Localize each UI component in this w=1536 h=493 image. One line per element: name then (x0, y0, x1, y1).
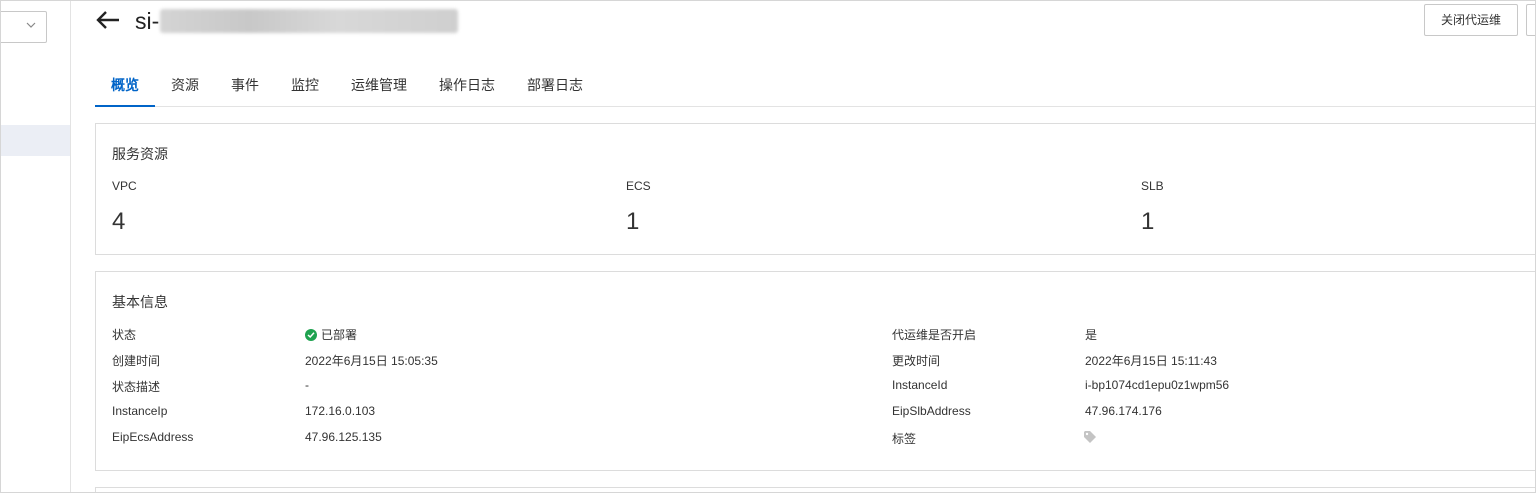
metric-label-ecs: ECS (626, 179, 651, 193)
info-value-eip-slb: 47.96.174.176 (1085, 404, 1162, 418)
metric-value-slb[interactable]: 1 (1141, 208, 1154, 236)
app-window: si- 关闭代运维 概览 资源 事件 监控 运维管理 操作日志 部署日志 服务资… (0, 0, 1536, 493)
card-title: 基本信息 (112, 294, 168, 310)
info-label-created-time: 创建时间 (112, 354, 161, 368)
arrow-left-icon[interactable] (95, 9, 121, 31)
info-label-tags: 标签 (892, 432, 917, 446)
tab-ops-management[interactable]: 运维管理 (349, 63, 409, 106)
info-label-managed-ops: 代运维是否开启 (892, 328, 977, 342)
basic-info-card: 基本信息 状态 已部署 创建时间 2022年6月15日 15:05:35 状态描… (95, 271, 1535, 471)
metric-value-ecs[interactable]: 1 (626, 208, 639, 236)
info-value-created-time: 2022年6月15日 15:05:35 (305, 354, 438, 368)
blurred-instance-name (160, 9, 459, 33)
info-value-instance-ip: 172.16.0.103 (305, 404, 376, 418)
info-value-instance-id: i-bp1074cd1epu0z1wpm56 (1085, 378, 1230, 392)
info-label-modified-time: 更改时间 (892, 354, 941, 368)
chevron-down-icon (26, 22, 36, 28)
tag-icon[interactable] (1083, 430, 1097, 444)
check-circle-icon (305, 329, 317, 341)
info-value-managed-ops: 是 (1085, 328, 1098, 342)
metric-label-slb: SLB (1141, 179, 1164, 193)
tab-bar: 概览 资源 事件 监控 运维管理 操作日志 部署日志 (95, 63, 1535, 107)
sidebar-dropdown[interactable] (1, 11, 47, 43)
next-section-card (95, 487, 1535, 492)
tab-monitoring[interactable]: 监控 (289, 63, 321, 106)
title-prefix: si- (135, 8, 160, 34)
tab-events[interactable]: 事件 (229, 63, 261, 106)
info-label-instance-ip: InstanceIp (112, 404, 168, 418)
page-title: si- (135, 6, 459, 36)
sidebar-item-active[interactable] (1, 125, 70, 156)
tab-overview[interactable]: 概览 (95, 63, 155, 107)
sidebar (1, 1, 71, 492)
card-title: 服务资源 (112, 146, 168, 162)
info-label-eip-ecs: EipEcsAddress (112, 430, 194, 444)
info-label-instance-id: InstanceId (892, 378, 948, 392)
info-value-status-desc: - (305, 378, 309, 392)
info-label-eip-slb: EipSlbAddress (892, 404, 971, 418)
info-value-eip-ecs: 47.96.125.135 (305, 430, 382, 444)
tab-operation-log[interactable]: 操作日志 (437, 63, 497, 106)
tab-resources[interactable]: 资源 (169, 63, 201, 106)
more-actions-button[interactable] (1526, 4, 1535, 36)
status-text: 已部署 (321, 328, 358, 342)
tab-deploy-log[interactable]: 部署日志 (525, 63, 585, 106)
service-resources-card: 服务资源 VPC 4 ECS 1 SLB 1 (95, 123, 1535, 255)
status-badge: 已部署 (305, 326, 357, 343)
metric-label-vpc: VPC (112, 179, 137, 193)
info-value-modified-time: 2022年6月15日 15:11:43 (1085, 354, 1217, 368)
info-label-status: 状态 (112, 328, 137, 342)
close-managed-ops-button[interactable]: 关闭代运维 (1424, 4, 1518, 36)
info-label-status-desc: 状态描述 (112, 380, 161, 394)
metric-value-vpc[interactable]: 4 (112, 208, 125, 236)
